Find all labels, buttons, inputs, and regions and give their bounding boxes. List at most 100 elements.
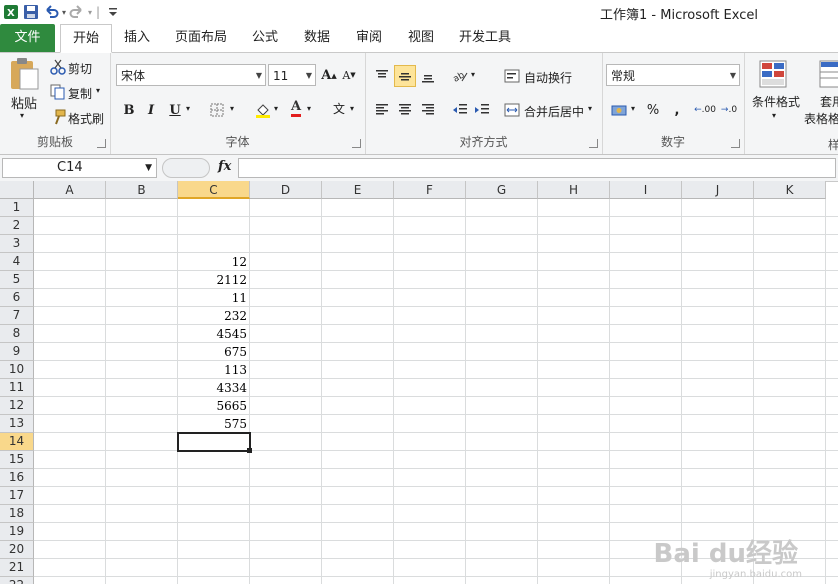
- chevron-down-icon[interactable]: ▼: [145, 159, 152, 177]
- cell-c5[interactable]: 2112: [179, 271, 249, 289]
- underline-button[interactable]: U: [164, 99, 186, 121]
- row-header-13[interactable]: 13: [0, 415, 34, 433]
- tab-formulas[interactable]: 公式: [242, 24, 288, 52]
- row-header-6[interactable]: 6: [0, 289, 34, 307]
- paste-dropdown-icon[interactable]: ▾: [20, 111, 24, 120]
- grow-font-button[interactable]: A ▲: [318, 64, 340, 86]
- accounting-format-icon[interactable]: [608, 99, 630, 121]
- wrap-text-button[interactable]: 自动换行: [524, 69, 572, 86]
- fill-color-dropdown-icon[interactable]: ▾: [274, 104, 278, 113]
- cell-c6[interactable]: 11: [179, 289, 249, 307]
- format-painter-button[interactable]: 格式刷: [68, 110, 104, 127]
- column-header-g[interactable]: G: [466, 181, 538, 199]
- alignment-launcher-icon[interactable]: [589, 139, 598, 148]
- row-header-12[interactable]: 12: [0, 397, 34, 415]
- row-header-1[interactable]: 1: [0, 199, 34, 217]
- cell-c8[interactable]: 4545: [179, 325, 249, 343]
- name-box[interactable]: C14 ▼: [2, 158, 157, 178]
- number-format-combo[interactable]: 常规 ▼: [606, 64, 740, 86]
- clipboard-launcher-icon[interactable]: [97, 139, 106, 148]
- merge-center-icon[interactable]: [501, 99, 523, 121]
- percent-style-button[interactable]: %: [642, 99, 664, 121]
- insert-function-button[interactable]: fx: [218, 159, 231, 174]
- cell-c11[interactable]: 4334: [179, 379, 249, 397]
- customize-qat-icon[interactable]: [104, 3, 122, 21]
- format-painter-icon[interactable]: [50, 109, 66, 125]
- font-launcher-icon[interactable]: [352, 139, 361, 148]
- cell-c10[interactable]: 113: [179, 361, 249, 379]
- orientation-dropdown-icon[interactable]: ▾: [471, 70, 475, 79]
- tab-page-layout[interactable]: 页面布局: [168, 24, 234, 52]
- row-header-2[interactable]: 2: [0, 217, 34, 235]
- font-name-combo[interactable]: 宋体 ▼: [116, 64, 266, 86]
- cell-c12[interactable]: 5665: [179, 397, 249, 415]
- cell-c4[interactable]: 12: [179, 253, 249, 271]
- phonetic-dropdown-icon[interactable]: ▾: [350, 104, 354, 113]
- copy-button[interactable]: 复制: [68, 85, 92, 102]
- row-header-11[interactable]: 11: [0, 379, 34, 397]
- format-as-table-label-2[interactable]: 表格格: [804, 110, 838, 127]
- cell-c9[interactable]: 675: [179, 343, 249, 361]
- conditional-formatting-button[interactable]: 条件格式: [752, 93, 800, 110]
- format-as-table-label-1[interactable]: 套用: [820, 93, 838, 110]
- italic-button[interactable]: I: [140, 99, 162, 121]
- tab-home[interactable]: 开始: [60, 24, 112, 53]
- column-header-c[interactable]: C: [178, 181, 250, 199]
- font-size-combo[interactable]: 11 ▼: [268, 64, 316, 86]
- column-header-e[interactable]: E: [322, 181, 394, 199]
- decrease-indent-icon[interactable]: [449, 99, 471, 121]
- align-middle-icon[interactable]: [394, 65, 416, 87]
- shrink-font-button[interactable]: A ▼: [338, 64, 360, 86]
- tab-developer[interactable]: 开发工具: [450, 24, 520, 52]
- format-as-table-icon[interactable]: [818, 59, 838, 89]
- borders-dropdown-icon[interactable]: ▾: [230, 104, 234, 113]
- cut-icon[interactable]: [50, 59, 66, 75]
- font-color-button[interactable]: A: [285, 97, 307, 119]
- phonetic-button[interactable]: 文: [328, 97, 350, 119]
- row-header-16[interactable]: 16: [0, 469, 34, 487]
- fill-color-icon[interactable]: [252, 99, 274, 121]
- row-header-7[interactable]: 7: [0, 307, 34, 325]
- row-header-9[interactable]: 9: [0, 343, 34, 361]
- wrap-text-icon[interactable]: [501, 65, 523, 87]
- cell-c7[interactable]: 232: [179, 307, 249, 325]
- chevron-down-icon[interactable]: ▼: [730, 65, 736, 87]
- row-header-4[interactable]: 4: [0, 253, 34, 271]
- redo-dropdown-icon[interactable]: ▾: [88, 8, 92, 17]
- undo-icon[interactable]: [42, 3, 60, 21]
- copy-dropdown-icon[interactable]: ▾: [96, 86, 100, 95]
- tab-insert[interactable]: 插入: [114, 24, 160, 52]
- row-header-22[interactable]: 22: [0, 577, 34, 584]
- paste-button[interactable]: 粘贴: [11, 93, 37, 112]
- row-header-10[interactable]: 10: [0, 361, 34, 379]
- bold-button[interactable]: B: [118, 99, 140, 121]
- paste-icon[interactable]: [8, 57, 40, 91]
- save-icon[interactable]: [22, 3, 40, 21]
- borders-icon[interactable]: [206, 99, 228, 121]
- column-header-d[interactable]: D: [250, 181, 322, 199]
- row-header-21[interactable]: 21: [0, 559, 34, 577]
- increase-indent-icon[interactable]: [471, 99, 493, 121]
- align-right-icon[interactable]: [417, 99, 439, 121]
- orientation-icon[interactable]: ab: [449, 65, 471, 87]
- cut-button[interactable]: 剪切: [68, 60, 92, 77]
- copy-icon[interactable]: [50, 84, 66, 100]
- increase-decimal-button[interactable]: ← .00: [694, 99, 716, 121]
- excel-logo-icon[interactable]: X: [2, 3, 20, 21]
- column-header-b[interactable]: B: [106, 181, 178, 199]
- undo-dropdown-icon[interactable]: ▾: [62, 8, 66, 17]
- redo-icon[interactable]: [68, 3, 86, 21]
- cell-area[interactable]: [34, 199, 838, 584]
- fill-handle[interactable]: [247, 448, 252, 453]
- cell-c13[interactable]: 575: [179, 415, 249, 433]
- row-header-20[interactable]: 20: [0, 541, 34, 559]
- font-color-dropdown-icon[interactable]: ▾: [307, 104, 311, 113]
- align-left-icon[interactable]: [371, 99, 393, 121]
- row-header-19[interactable]: 19: [0, 523, 34, 541]
- column-header-h[interactable]: H: [538, 181, 610, 199]
- column-header-i[interactable]: I: [610, 181, 682, 199]
- underline-dropdown-icon[interactable]: ▾: [186, 104, 190, 113]
- column-header-j[interactable]: J: [682, 181, 754, 199]
- align-top-icon[interactable]: [371, 65, 393, 87]
- decrease-decimal-button[interactable]: → .0: [718, 99, 740, 121]
